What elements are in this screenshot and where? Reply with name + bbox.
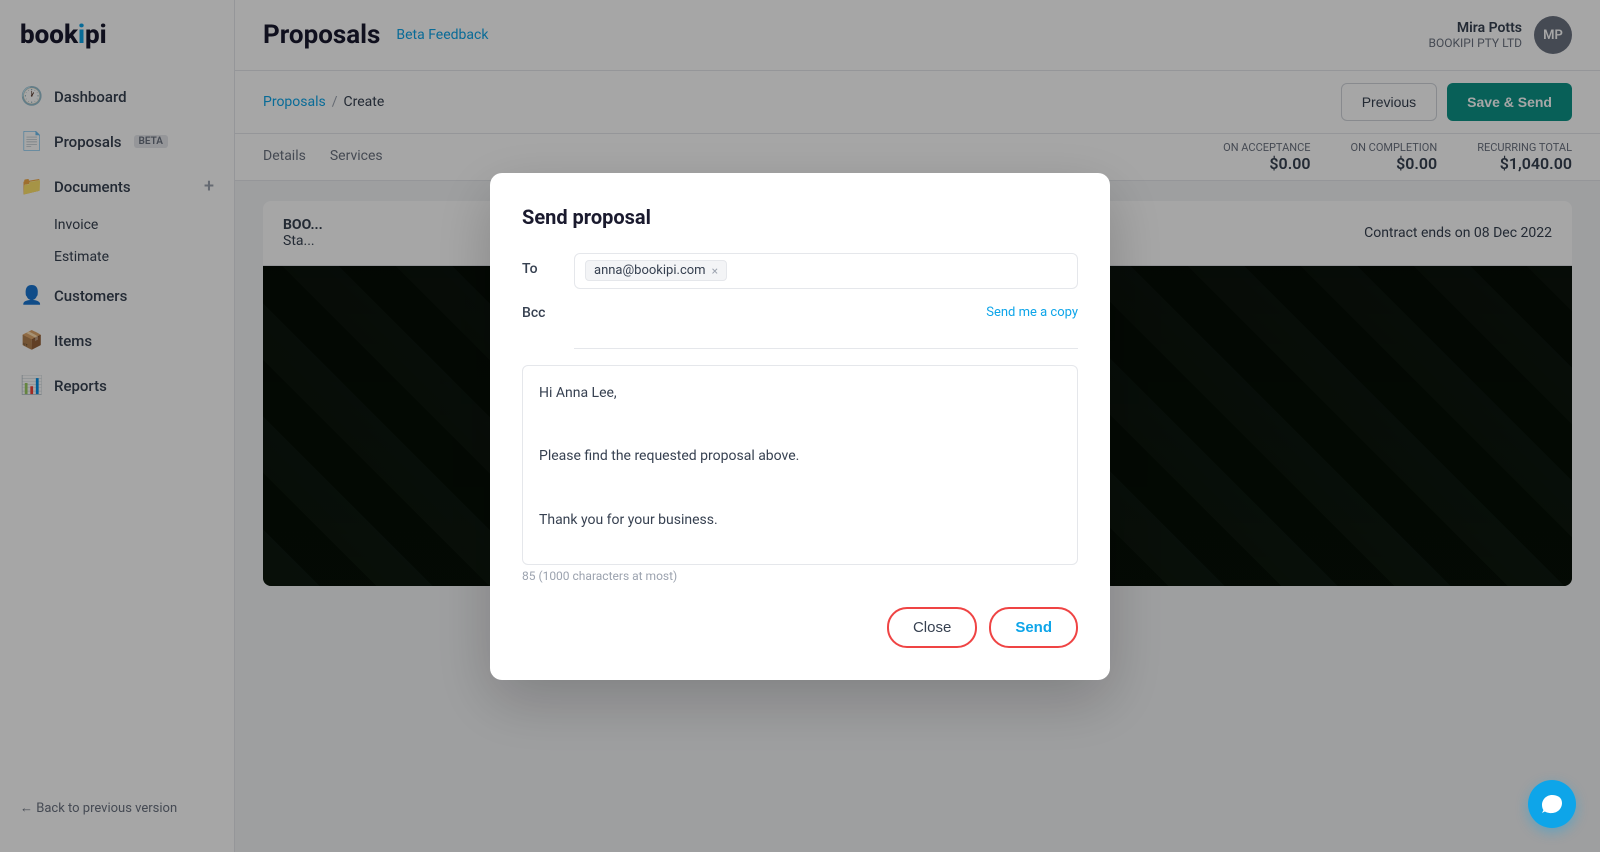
message-line-1: Hi Anna Lee, xyxy=(539,382,1061,406)
to-email-field[interactable]: anna@bookipi.com × xyxy=(574,253,1078,289)
bcc-input[interactable] xyxy=(574,324,1078,349)
char-count: 85 (1000 characters at most) xyxy=(522,569,1078,583)
message-textarea[interactable]: Hi Anna Lee, Please find the requested p… xyxy=(522,365,1078,565)
chat-button[interactable] xyxy=(1528,780,1576,828)
bcc-field-row: Bcc Send me a copy xyxy=(522,305,1078,349)
to-field-row: To anna@bookipi.com × xyxy=(522,253,1078,289)
email-address: anna@bookipi.com xyxy=(594,263,706,278)
message-line-5: Thank you for your business. xyxy=(539,509,1061,533)
message-line-3: Please find the requested proposal above… xyxy=(539,445,1061,469)
bcc-label: Bcc xyxy=(522,305,558,321)
modal-overlay[interactable]: Send proposal To anna@bookipi.com × Bcc … xyxy=(0,0,1600,852)
send-button[interactable]: Send xyxy=(989,607,1078,648)
send-me-copy-link[interactable]: Send me a copy xyxy=(574,305,1078,320)
bcc-right: Send me a copy xyxy=(574,305,1078,349)
remove-email-button[interactable]: × xyxy=(712,264,718,278)
close-button[interactable]: Close xyxy=(887,607,977,648)
message-line-4 xyxy=(539,477,1061,501)
message-line-2 xyxy=(539,413,1061,437)
to-label: To xyxy=(522,253,558,277)
send-proposal-modal: Send proposal To anna@bookipi.com × Bcc … xyxy=(490,173,1110,680)
modal-actions: Close Send xyxy=(522,607,1078,648)
email-tag: anna@bookipi.com × xyxy=(585,260,727,281)
modal-title: Send proposal xyxy=(522,205,1078,229)
